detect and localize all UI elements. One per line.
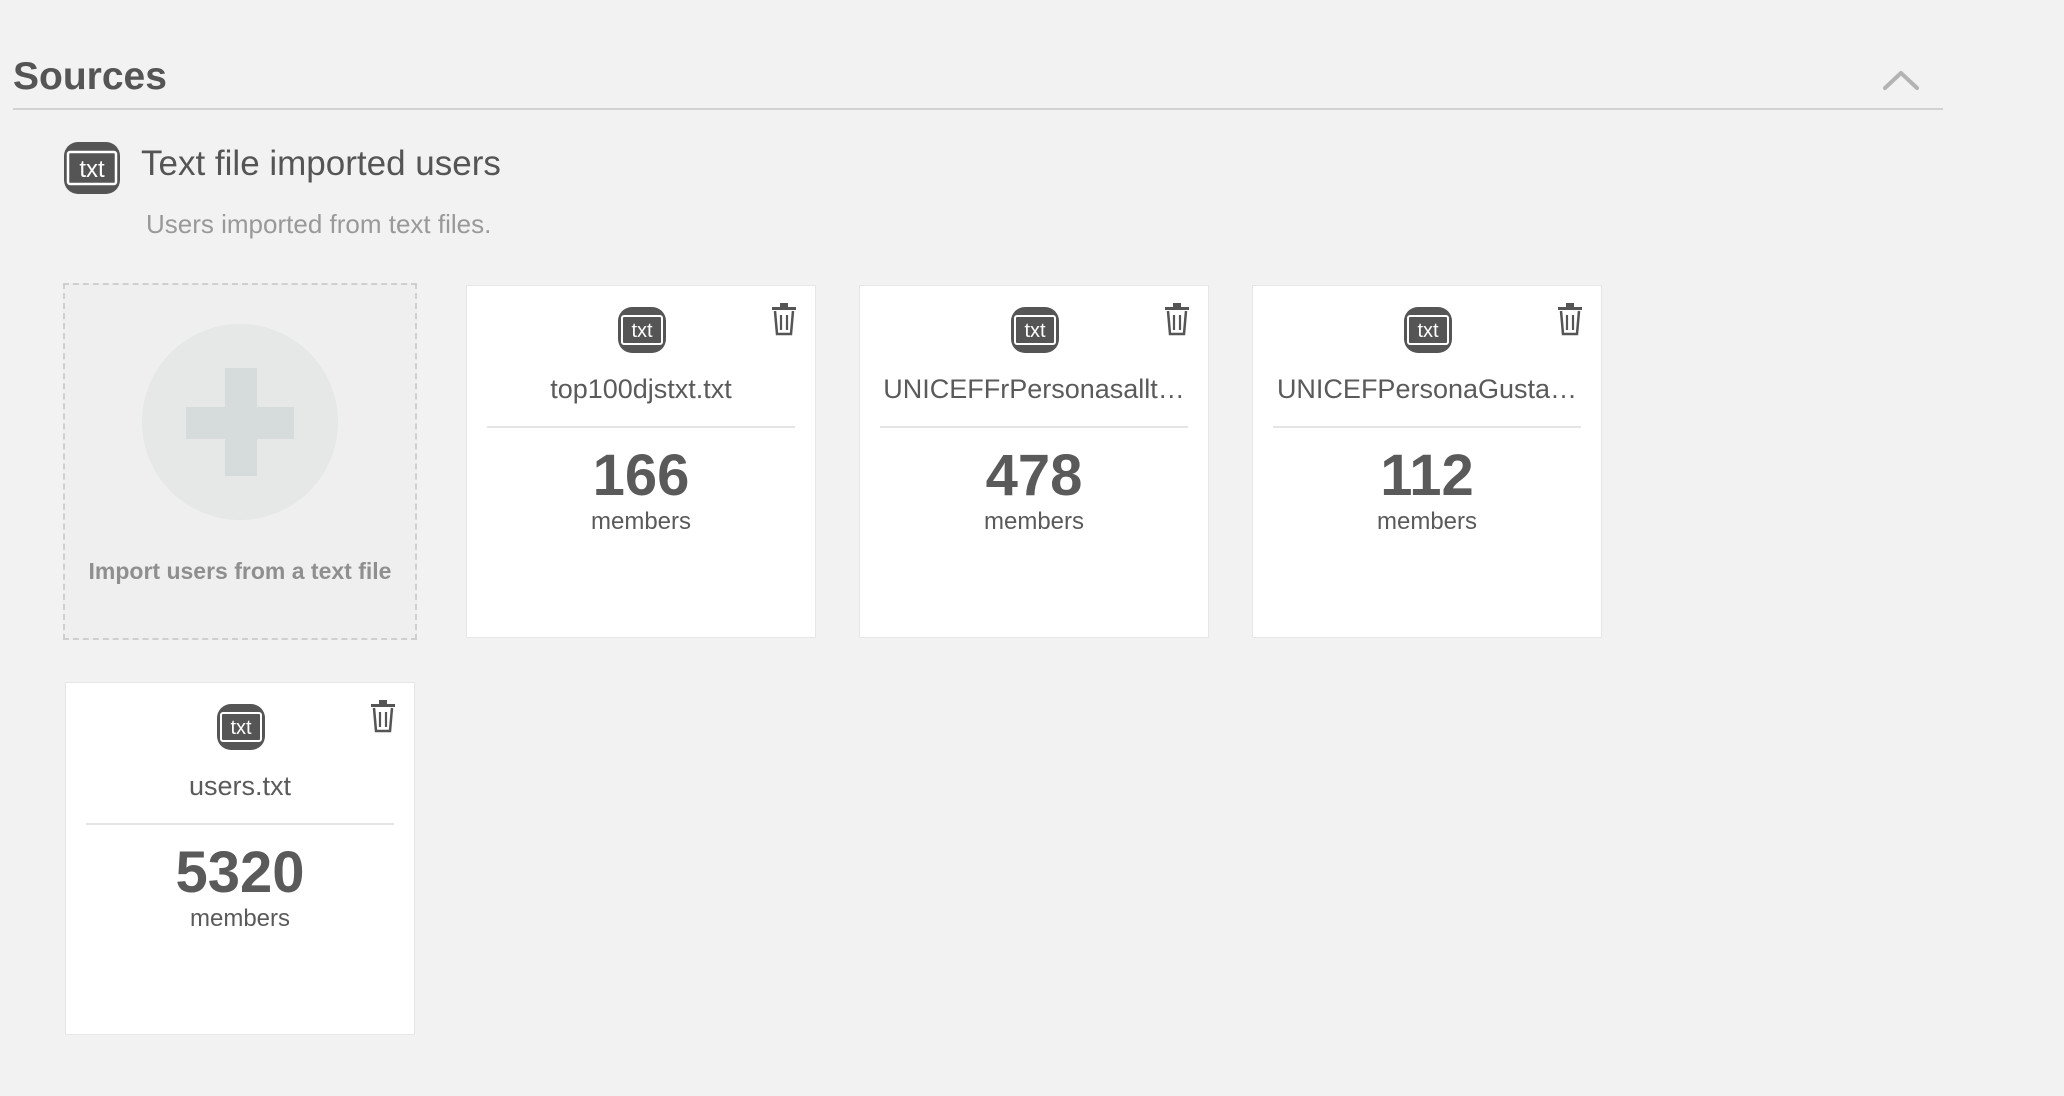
delete-button[interactable] <box>769 302 799 336</box>
member-count-unit: members <box>1376 508 1478 535</box>
delete-button[interactable] <box>1555 302 1585 336</box>
delete-button[interactable] <box>368 699 398 733</box>
member-count: 5320 <box>175 840 305 905</box>
source-file-name: UNICEFPersonaGusta… <box>1276 374 1578 404</box>
card-divider <box>487 426 795 428</box>
card-divider <box>1273 426 1581 428</box>
import-users-card[interactable]: Import users from a text file <box>63 283 417 640</box>
member-count-unit: members <box>590 508 692 535</box>
source-file-name: users.txt <box>188 771 292 801</box>
source-card[interactable]: txt users.txt 5320 members <box>65 682 415 1035</box>
card-divider <box>86 823 394 825</box>
source-description: Users imported from text files. <box>146 209 492 239</box>
member-count-unit: members <box>983 508 1085 535</box>
collapse-button[interactable] <box>1879 64 1923 94</box>
member-count: 478 <box>985 443 1083 508</box>
txt-file-icon: txt <box>217 704 265 750</box>
import-add-circle <box>142 324 338 520</box>
member-count: 112 <box>1380 443 1474 508</box>
member-count: 166 <box>592 443 690 508</box>
trash-icon <box>1558 303 1582 336</box>
member-count-unit: members <box>189 905 291 932</box>
sources-section-header: Sources <box>13 50 1943 110</box>
txt-icon-label: txt <box>230 717 252 739</box>
source-file-name: UNICEFFrPersonasallt… <box>883 374 1185 404</box>
trash-icon <box>371 700 395 733</box>
source-card[interactable]: txt UNICEFPersonaGusta… 112 members <box>1252 285 1602 638</box>
delete-button[interactable] <box>1162 302 1192 336</box>
txt-file-icon: txt <box>64 142 120 194</box>
trash-icon <box>1165 303 1189 336</box>
txt-file-icon: txt <box>1404 307 1452 353</box>
card-divider <box>880 426 1188 428</box>
chevron-up-icon <box>1883 71 1919 90</box>
txt-icon-label: txt <box>631 320 653 342</box>
source-card[interactable]: txt top100djstxt.txt 166 members <box>466 285 816 638</box>
source-title: Text file imported users <box>141 144 501 183</box>
import-users-label: Import users from a text file <box>88 558 392 584</box>
txt-file-icon: txt <box>618 307 666 353</box>
source-card[interactable]: txt UNICEFFrPersonasallt… 478 members <box>859 285 1209 638</box>
txt-icon-label: txt <box>1417 320 1439 342</box>
txt-icon-label: txt <box>79 156 105 183</box>
source-file-name: top100djstxt.txt <box>550 374 732 404</box>
txt-icon-label: txt <box>1024 320 1046 342</box>
txt-file-icon: txt <box>1011 307 1059 353</box>
trash-icon <box>772 303 796 336</box>
section-title: Sources <box>13 55 167 98</box>
